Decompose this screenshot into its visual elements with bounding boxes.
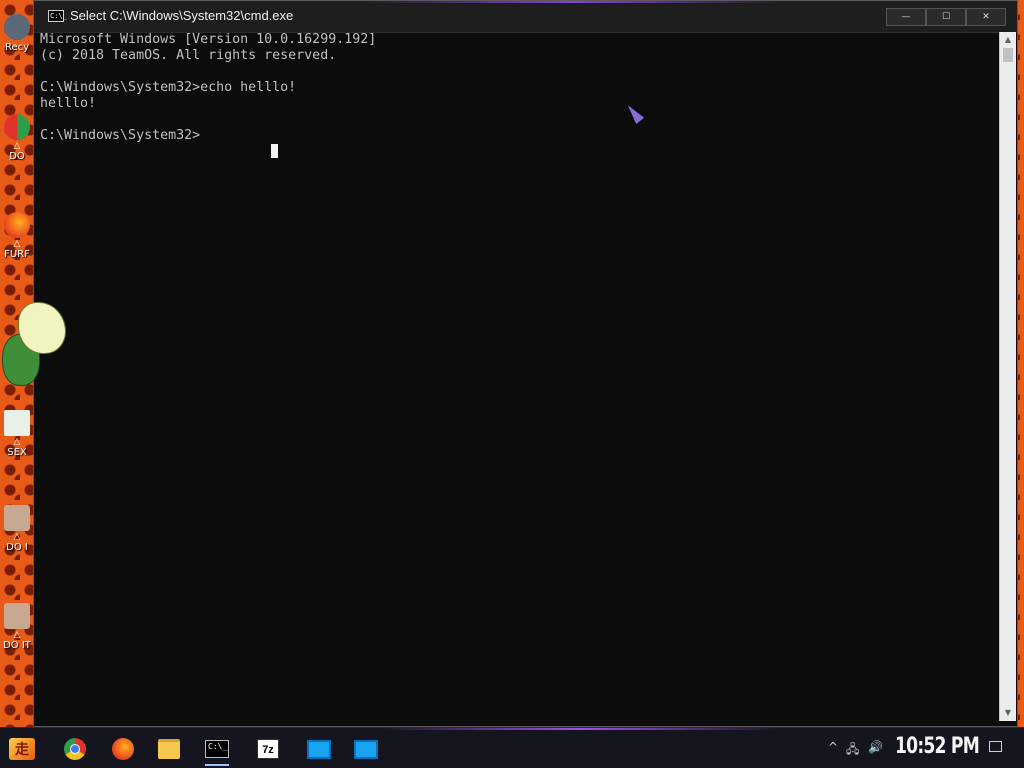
shortcut-arrow-icon: △ [13,239,21,249]
taskbar-window-2[interactable] [350,735,382,763]
window-title: Select C:\Windows\System32\cmd.exe [70,8,294,23]
desktop-icon-shortcut-1[interactable]: △ DO [0,114,34,162]
taskbar-chrome[interactable] [59,735,91,763]
console-line: C:\Windows\System32>echo helllo! [40,80,297,95]
desktop-icon-shortcut-4[interactable]: △ SEX [0,410,34,458]
desktop-icon-label: Recy [4,42,30,53]
recycle-bin-icon [4,14,30,40]
desktop-icon-shortcut-2[interactable]: △ FURF [0,212,34,260]
start-button[interactable]: 走 [6,735,38,763]
clock[interactable]: 10:52 PM [895,734,980,759]
shortcut-arrow-icon: △ [13,437,21,447]
cmd-icon: C:\_ [205,740,229,758]
show-hidden-icons-chevron-icon[interactable]: ^ [828,740,838,754]
scrollbar-thumb[interactable] [1003,48,1013,62]
desktop-icon-shortcut-6[interactable]: △ DO IT [0,603,34,651]
console-output[interactable]: Microsoft Windows [Version 10.0.16299.19… [40,32,1000,722]
desktop-icon-label: DO IT [3,640,31,651]
system-tray: ^ 🖧 🔊 10:52 PM [824,728,1024,768]
shortcut-arrow-icon: △ [13,630,21,640]
minimize-button[interactable]: — [886,8,926,26]
taskbar-7zip[interactable]: 7z [252,735,284,763]
taskbar-cmd[interactable]: C:\_ [201,735,233,766]
taskbar: 走 C:\_ 7z ^ 🖧 🔊 10:52 PM [0,727,1024,768]
vertical-scrollbar[interactable]: ▲ ▼ [999,32,1016,721]
start-icon: 走 [9,738,35,760]
title-bar-accent [364,1,784,3]
text-caret [271,144,278,158]
volume-icon[interactable]: 🔊 [868,740,883,754]
active-window-indicator [205,764,229,766]
scroll-up-button[interactable]: ▲ [1000,32,1016,48]
image-file-icon [4,603,30,629]
console-line: (c) 2018 TeamOS. All rights reserved. [40,48,337,63]
maximize-button[interactable]: ☐ [926,8,966,26]
mascot-head [18,302,66,354]
chrome-icon [64,738,86,760]
desktop-icon-recycle-bin[interactable]: Recy [0,14,34,53]
desktop-icon-label: SEX [7,447,27,458]
taskbar-accent [380,728,780,730]
shortcut-arrow-icon: △ [13,141,21,151]
scroll-down-button[interactable]: ▼ [1000,705,1016,721]
image-file-icon [4,505,30,531]
title-bar[interactable]: C:\_ Select C:\Windows\System32\cmd.exe … [34,1,1017,33]
firefox-icon [4,212,30,238]
window-icon [354,739,378,759]
7zip-icon: 7z [257,739,279,759]
taskbar-firefox[interactable] [107,735,139,763]
desktop-icon-label: DO [9,151,25,162]
image-file-icon [4,410,30,436]
desktop-mascot[interactable] [2,300,66,386]
console-prompt: C:\Windows\System32> [40,128,201,143]
chrome-icon [4,114,30,140]
network-icon[interactable]: 🖧 [846,740,859,761]
action-center-icon[interactable] [989,741,1002,752]
desktop: Recy △ DO △ FURF why △ SEX △ DO I △ DO I… [0,0,1024,768]
cmd-window: C:\_ Select C:\Windows\System32\cmd.exe … [33,0,1018,727]
shortcut-arrow-icon: △ [13,532,21,542]
console-line: helllo! [40,96,97,111]
desktop-icon-label: DO I [6,542,28,553]
console-line: Microsoft Windows [Version 10.0.16299.19… [40,32,377,47]
cmd-app-icon[interactable]: C:\_ [48,10,67,22]
desktop-icon-shortcut-5[interactable]: △ DO I [0,505,34,553]
taskbar-window-1[interactable] [303,735,335,763]
close-button[interactable]: ✕ [966,8,1006,26]
file-explorer-icon [158,739,180,759]
window-icon [307,739,331,759]
taskbar-file-explorer[interactable] [153,735,185,763]
firefox-icon [112,738,134,760]
desktop-icon-label: FURF [4,249,30,260]
